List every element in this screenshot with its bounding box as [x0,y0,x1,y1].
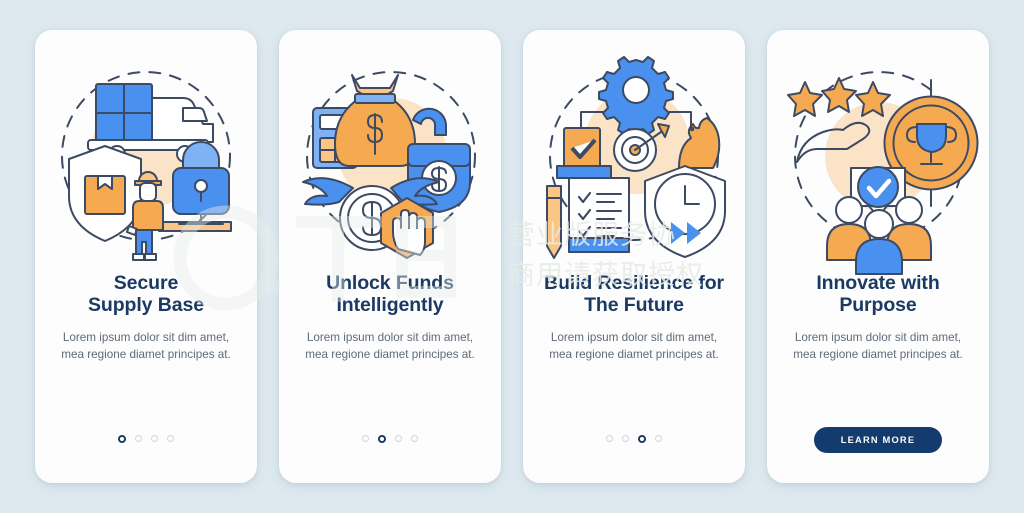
card-title-line-1: Unlock Funds [326,272,454,294]
pagination-dot-3[interactable] [395,435,402,442]
onboarding-card-innovate-with-purpose[interactable]: Innovate with Purpose Lorem ipsum dolor … [767,30,989,483]
shield-clock-fast-forward-icon [644,165,726,258]
pagination-dot-4[interactable] [411,435,418,442]
pagination-dot-1[interactable] [606,435,613,442]
card-title-line-2: Purpose [839,294,917,316]
card-title: Secure Supply Base [48,272,244,316]
money-bag-icon [334,74,416,167]
card-body-text: Lorem ipsum dolor sit dim amet, mea regi… [305,331,475,361]
supply-truck-shield-lock-illustration [51,52,241,261]
card-title-line-1: Secure [113,272,179,294]
pagination-dot-1[interactable] [118,435,126,443]
card-body-text: Lorem ipsum dolor sit dim amet, mea regi… [549,331,719,361]
strategy-checklist-resilience-illustration [539,52,729,260]
team-award-target-illustration [783,52,979,275]
card-title-line-1: Build Resilience for [543,272,725,294]
card-title-line-2: The Future [584,294,684,316]
card-body-text: Lorem ipsum dolor sit dim amet, mea regi… [61,331,231,361]
card-body-text: Lorem ipsum dolor sit dim amet, mea regi… [793,331,963,361]
pagination-dot-3[interactable] [638,435,646,443]
learn-more-button[interactable]: LEARN MORE [814,427,942,453]
money-bag-unlock-illustration [295,52,485,260]
onboarding-screens-row: Secure Supply Base Lorem ipsum dolor sit… [0,0,1024,513]
pagination-dot-1[interactable] [362,435,369,442]
card-title: Build Resilience for The Future [536,272,732,316]
pagination-dot-2[interactable] [622,435,629,442]
pagination-dot-2[interactable] [378,435,386,443]
onboarding-card-unlock-funds-intelligently[interactable]: Unlock Funds Intelligently Lorem ipsum d… [279,30,501,483]
pagination-dot-2[interactable] [135,435,142,442]
pagination-dots[interactable] [279,435,501,443]
checklist-document-icon [556,165,630,253]
onboarding-card-build-resilience-for-the-future[interactable]: Build Resilience for The Future Lorem ip… [523,30,745,483]
pagination-dots[interactable] [35,435,257,443]
three-stars-icon [787,77,891,117]
card-title-line-2: Supply Base [88,294,204,316]
pagination-dot-4[interactable] [167,435,174,442]
card-title: Unlock Funds Intelligently [292,272,488,316]
checkbox-card-icon [563,127,601,171]
pagination-dot-3[interactable] [151,435,158,442]
pagination-dot-4[interactable] [655,435,662,442]
pagination-dots[interactable] [523,435,745,443]
onboarding-card-secure-supply-base[interactable]: Secure Supply Base Lorem ipsum dolor sit… [35,30,257,483]
card-title: Innovate with Purpose [780,272,976,316]
card-title-line-1: Innovate with [816,272,940,294]
card-title-line-2: Intelligently [336,294,444,316]
pen-icon [546,185,562,259]
